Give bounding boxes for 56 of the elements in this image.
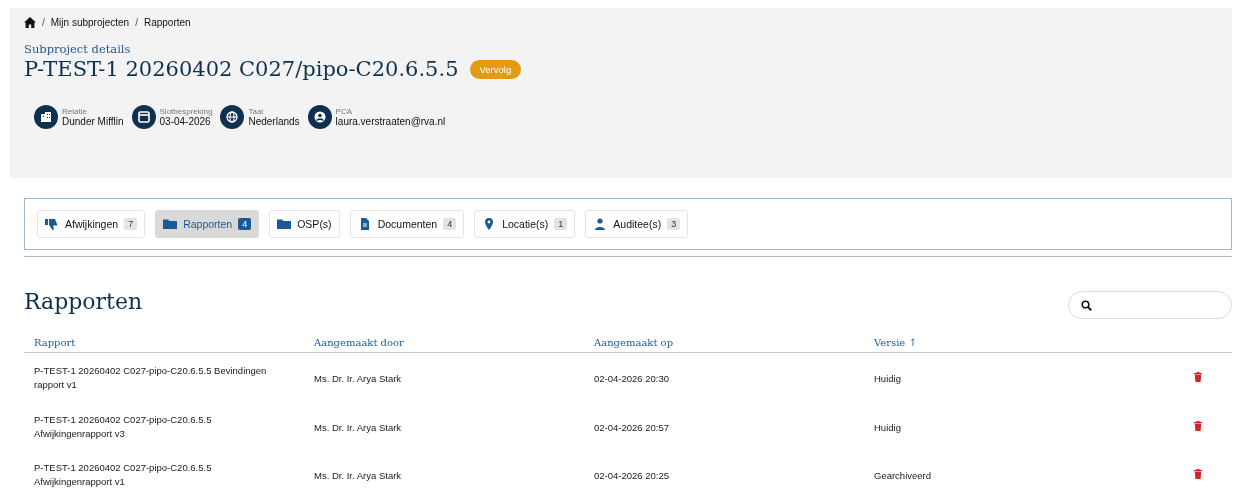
user-icon	[307, 105, 332, 129]
info-value: Dunder Mifflin	[62, 116, 124, 127]
subtitle: Subproject details	[24, 42, 132, 56]
tab[interactable]: OSP(s)	[269, 210, 340, 238]
count-badge: 3	[667, 218, 681, 230]
user-icon	[593, 218, 608, 230]
info-value: Nederlands	[248, 116, 300, 127]
column-header[interactable]: Rapport	[34, 337, 76, 348]
info-value: 03-04-2026	[159, 116, 212, 127]
page-title: P-TEST-1 20260402 C027/pipo-C20.6.5.5	[24, 57, 459, 81]
tab[interactable]: Locatie(s) 1	[474, 210, 576, 238]
table-cell-text: P-TEST-1 20260402 C027-pipo-C20.6.5.5 Afwijkingenrapport v3	[34, 412, 213, 441]
info-label: Slotbespreking	[159, 107, 213, 116]
table-cell: Ms. Dr. Ir. Arya Stark	[314, 421, 402, 433]
delete-icon[interactable]	[1194, 372, 1202, 382]
count-badge: 7	[124, 218, 138, 230]
building-icon	[34, 105, 58, 129]
breadcrumb-separator: /	[135, 17, 138, 28]
tab[interactable]: Afwijkingen 7	[37, 210, 146, 238]
table-cell: Huidig	[874, 372, 901, 384]
count-badge: 4	[443, 218, 457, 230]
section-title: Rapporten	[24, 288, 143, 314]
count-badge: 1	[554, 218, 568, 230]
delete-icon[interactable]	[1194, 421, 1202, 431]
thumbs-down-icon	[45, 218, 59, 230]
home-icon[interactable]	[24, 17, 36, 28]
breadcrumb-link[interactable]: Mijn subprojecten	[50, 17, 130, 28]
folder-icon	[163, 218, 178, 230]
breadcrumb-link[interactable]: Rapporten	[143, 17, 191, 28]
table-cell: Ms. Dr. Ir. Arya Stark	[314, 372, 402, 384]
status-badge: Vervolg	[469, 59, 522, 79]
info-label: Relatie	[62, 107, 88, 116]
table-cell: Gearchiveerd	[874, 469, 932, 481]
column-header[interactable]: Aangemaakt door	[314, 337, 404, 348]
table-cell: Huidig	[874, 421, 901, 433]
breadcrumb-separator: /	[42, 17, 45, 28]
table-cell: Ms. Dr. Ir. Arya Stark	[314, 469, 402, 481]
column-header[interactable]: Versie ↑	[874, 337, 917, 348]
count-badge: 4	[238, 218, 252, 230]
column-header[interactable]: Aangemaakt op	[594, 337, 674, 348]
table-cell: 02-04-2026 20:30	[594, 372, 669, 384]
calendar-icon	[131, 105, 156, 129]
table-cell-text: P-TEST-1 20260402 C027-pipo-C20.6.5.5 Bevindingen rapport v1	[34, 363, 268, 392]
globe-icon	[220, 105, 245, 129]
tab[interactable]: Documenten 4	[349, 210, 465, 238]
tab[interactable]: Auditee(s) 3	[585, 210, 689, 238]
folder-icon	[277, 218, 292, 230]
delete-icon[interactable]	[1194, 469, 1202, 479]
table-cell: 02-04-2026 20:57	[594, 421, 669, 433]
tab[interactable]: Rapporten 4	[155, 210, 260, 238]
table-cell: 02-04-2026 20:25	[594, 469, 669, 481]
info-label: PCA	[335, 107, 354, 116]
search-icon	[1081, 299, 1092, 311]
info-value: laura.verstraaten@rva.nl	[335, 116, 446, 127]
table-cell-text: P-TEST-1 20260402 C027-pipo-C20.6.5.5 Afwijkingenrapport v1	[34, 460, 213, 488]
info-label: Taal	[248, 107, 265, 116]
